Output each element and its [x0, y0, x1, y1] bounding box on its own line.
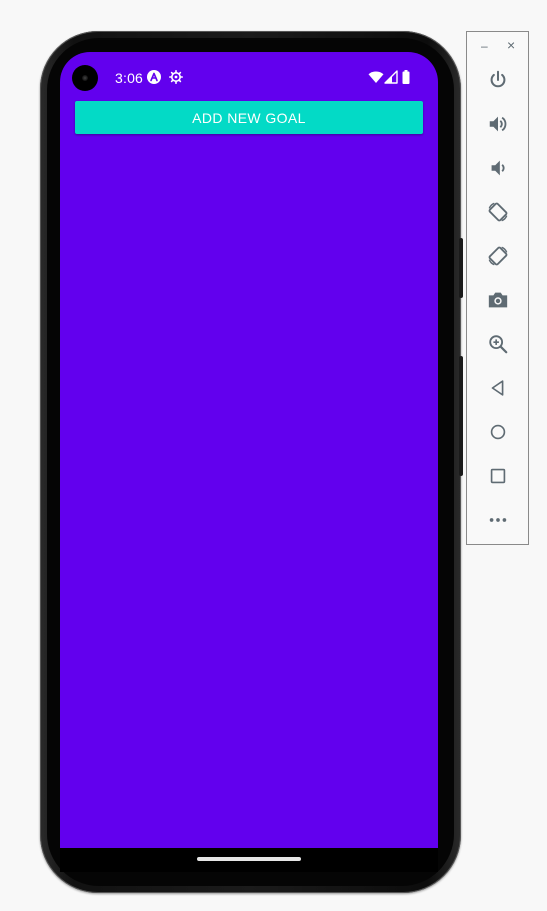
volume-down-button[interactable] [486, 156, 510, 180]
debug-gear-icon [169, 70, 183, 84]
front-camera [72, 65, 98, 91]
camera-lens [82, 75, 88, 81]
back-icon [491, 380, 504, 396]
wifi-icon [368, 71, 384, 83]
volume-up-icon [489, 116, 507, 132]
phone-volume-key [459, 356, 463, 476]
battery-icon [402, 70, 410, 84]
volume-down-icon [491, 160, 505, 176]
camera-icon [488, 292, 508, 308]
signal-icon [384, 70, 398, 84]
close-button[interactable]: × [507, 38, 515, 52]
overview-icon [490, 468, 506, 484]
status-time: 3:06 [115, 70, 144, 86]
rotate-left-button[interactable] [486, 200, 510, 224]
home-gesture-handle[interactable] [197, 857, 301, 861]
emulator-toolbar: – × [466, 31, 529, 545]
home-button[interactable] [486, 420, 510, 444]
more-button[interactable] [486, 508, 510, 532]
device-screen[interactable]: 3:06 ADD NEW GOAL [60, 52, 438, 850]
power-button[interactable] [486, 68, 510, 92]
rotate-right-button[interactable] [486, 244, 510, 268]
phone-power-key [459, 238, 463, 298]
app-notification-icon [147, 70, 161, 84]
home-icon [490, 424, 506, 440]
zoom-button[interactable] [486, 332, 510, 356]
screenshot-button[interactable] [486, 288, 510, 312]
minimize-button[interactable]: – [481, 40, 488, 52]
zoom-in-icon [489, 335, 508, 354]
emulator-window: 3:06 ADD NEW GOAL – × [0, 0, 547, 911]
back-button[interactable] [486, 376, 510, 400]
rotate-left-icon [488, 202, 508, 222]
rotate-right-icon [488, 246, 508, 266]
power-icon [490, 70, 506, 88]
overview-button[interactable] [486, 464, 510, 488]
add-new-goal-button[interactable]: ADD NEW GOAL [75, 101, 423, 134]
more-icon [489, 518, 507, 522]
volume-up-button[interactable] [486, 112, 510, 136]
